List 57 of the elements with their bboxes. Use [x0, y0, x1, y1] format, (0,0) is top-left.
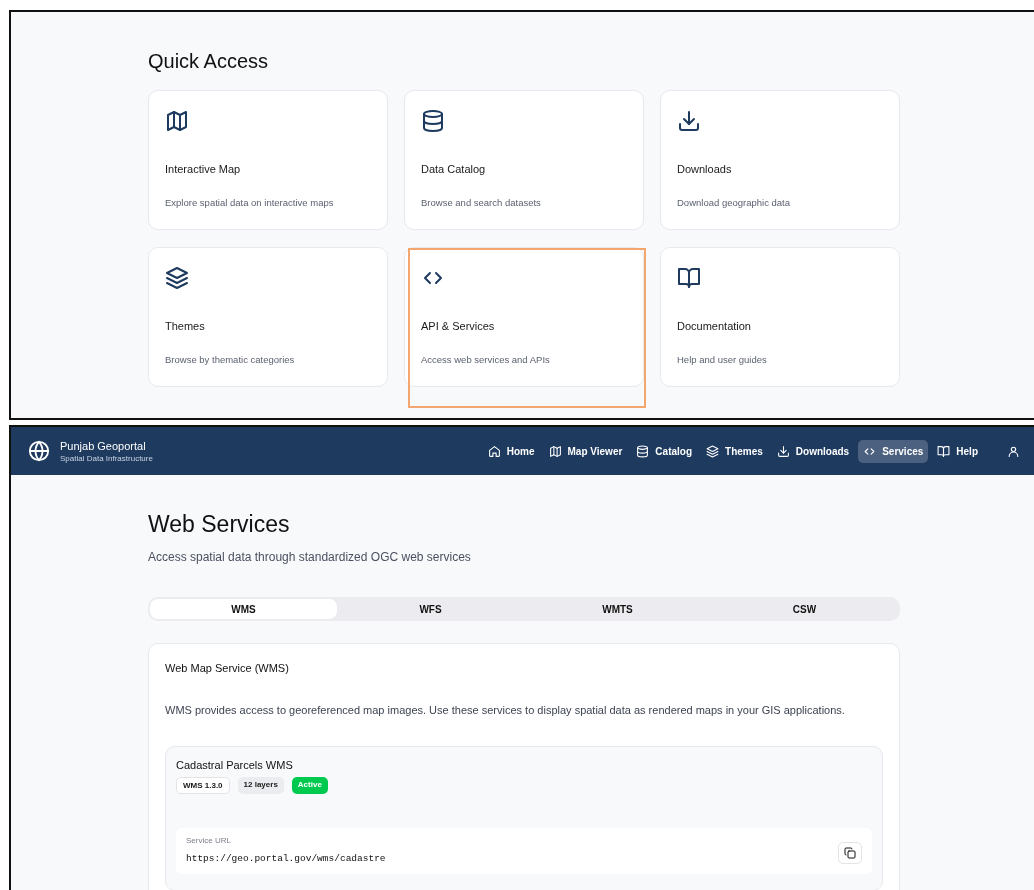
card-description: Browse and search datasets [421, 197, 542, 208]
nav-link[interactable]: Downloads [771, 439, 855, 463]
quick-access-card[interactable]: Downloads Download geographic data [660, 90, 900, 230]
nav-link[interactable]: Themes [701, 439, 768, 463]
download-icon [776, 444, 790, 458]
layers-icon [165, 266, 189, 290]
copy-icon [844, 847, 856, 859]
card-description: Download geographic data [677, 197, 792, 208]
page-title: Web Services [148, 511, 291, 538]
card-title: Documentation [677, 320, 752, 332]
tab[interactable]: WMTS [524, 599, 711, 619]
badge: Active [291, 777, 328, 794]
card-title: Downloads [677, 163, 733, 175]
tab[interactable]: WMS [150, 599, 337, 619]
tab[interactable]: WFS [337, 599, 524, 619]
map-icon [165, 109, 189, 133]
badge: 12 layers [237, 777, 284, 794]
globe-icon [28, 440, 50, 462]
panel-description: WMS provides access to georeferenced map images. Use these services to display spatial data as rendered maps in your GIS applications. [165, 704, 846, 716]
nav-link[interactable]: Services [858, 439, 929, 463]
card-description: Explore spatial data on interactive maps [165, 197, 335, 208]
card-title: API & Services [421, 320, 496, 332]
database-icon [421, 109, 445, 133]
nav-link[interactable]: Home [482, 439, 540, 463]
badge: WMS 1.3.0 [176, 777, 230, 794]
service-url: https://geo.portal.gov/wms/cadastre [186, 853, 386, 864]
card-description: Help and user guides [677, 354, 768, 365]
book-icon [677, 266, 701, 290]
url-label: Service URL [186, 836, 232, 845]
home-icon [487, 444, 501, 458]
service-name: Cadastral Parcels WMS [176, 759, 294, 771]
copy-button[interactable] [838, 842, 862, 864]
page-subtitle: Access spatial data through standardized OGC web services [148, 550, 472, 564]
nav-link[interactable]: Catalog [631, 439, 698, 463]
section-title: Quick Access [148, 49, 270, 73]
layers-icon [706, 444, 720, 458]
card-title: Themes [165, 320, 206, 332]
quick-access-card[interactable]: API & Services Access web services and APIs [404, 247, 644, 387]
user-icon[interactable] [1007, 444, 1020, 458]
card-title: Interactive Map [165, 163, 242, 175]
quick-access-card[interactable]: Documentation Help and user guides [660, 247, 900, 387]
panel-title: Web Map Service (WMS) [165, 662, 290, 674]
book-icon [937, 444, 951, 458]
card-description: Access web services and APIs [421, 354, 551, 365]
download-icon [677, 109, 701, 133]
database-icon [636, 444, 650, 458]
nav-link[interactable]: Help [932, 439, 983, 463]
quick-access-card[interactable]: Interactive Map Explore spatial data on interactive maps [148, 90, 388, 230]
nav-link[interactable]: Map Viewer [543, 439, 628, 463]
card-description: Browse by thematic categories [165, 354, 296, 365]
quick-access-card[interactable]: Themes Browse by thematic categories [148, 247, 388, 387]
site-title: Punjab Geoportal [60, 439, 147, 452]
quick-access-card[interactable]: Data Catalog Browse and search datasets [404, 90, 644, 230]
card-title: Data Catalog [421, 163, 487, 175]
site-subtitle: Spatial Data Infrastructure [60, 453, 153, 463]
map-icon [548, 444, 562, 458]
tab[interactable]: CSW [711, 599, 898, 619]
